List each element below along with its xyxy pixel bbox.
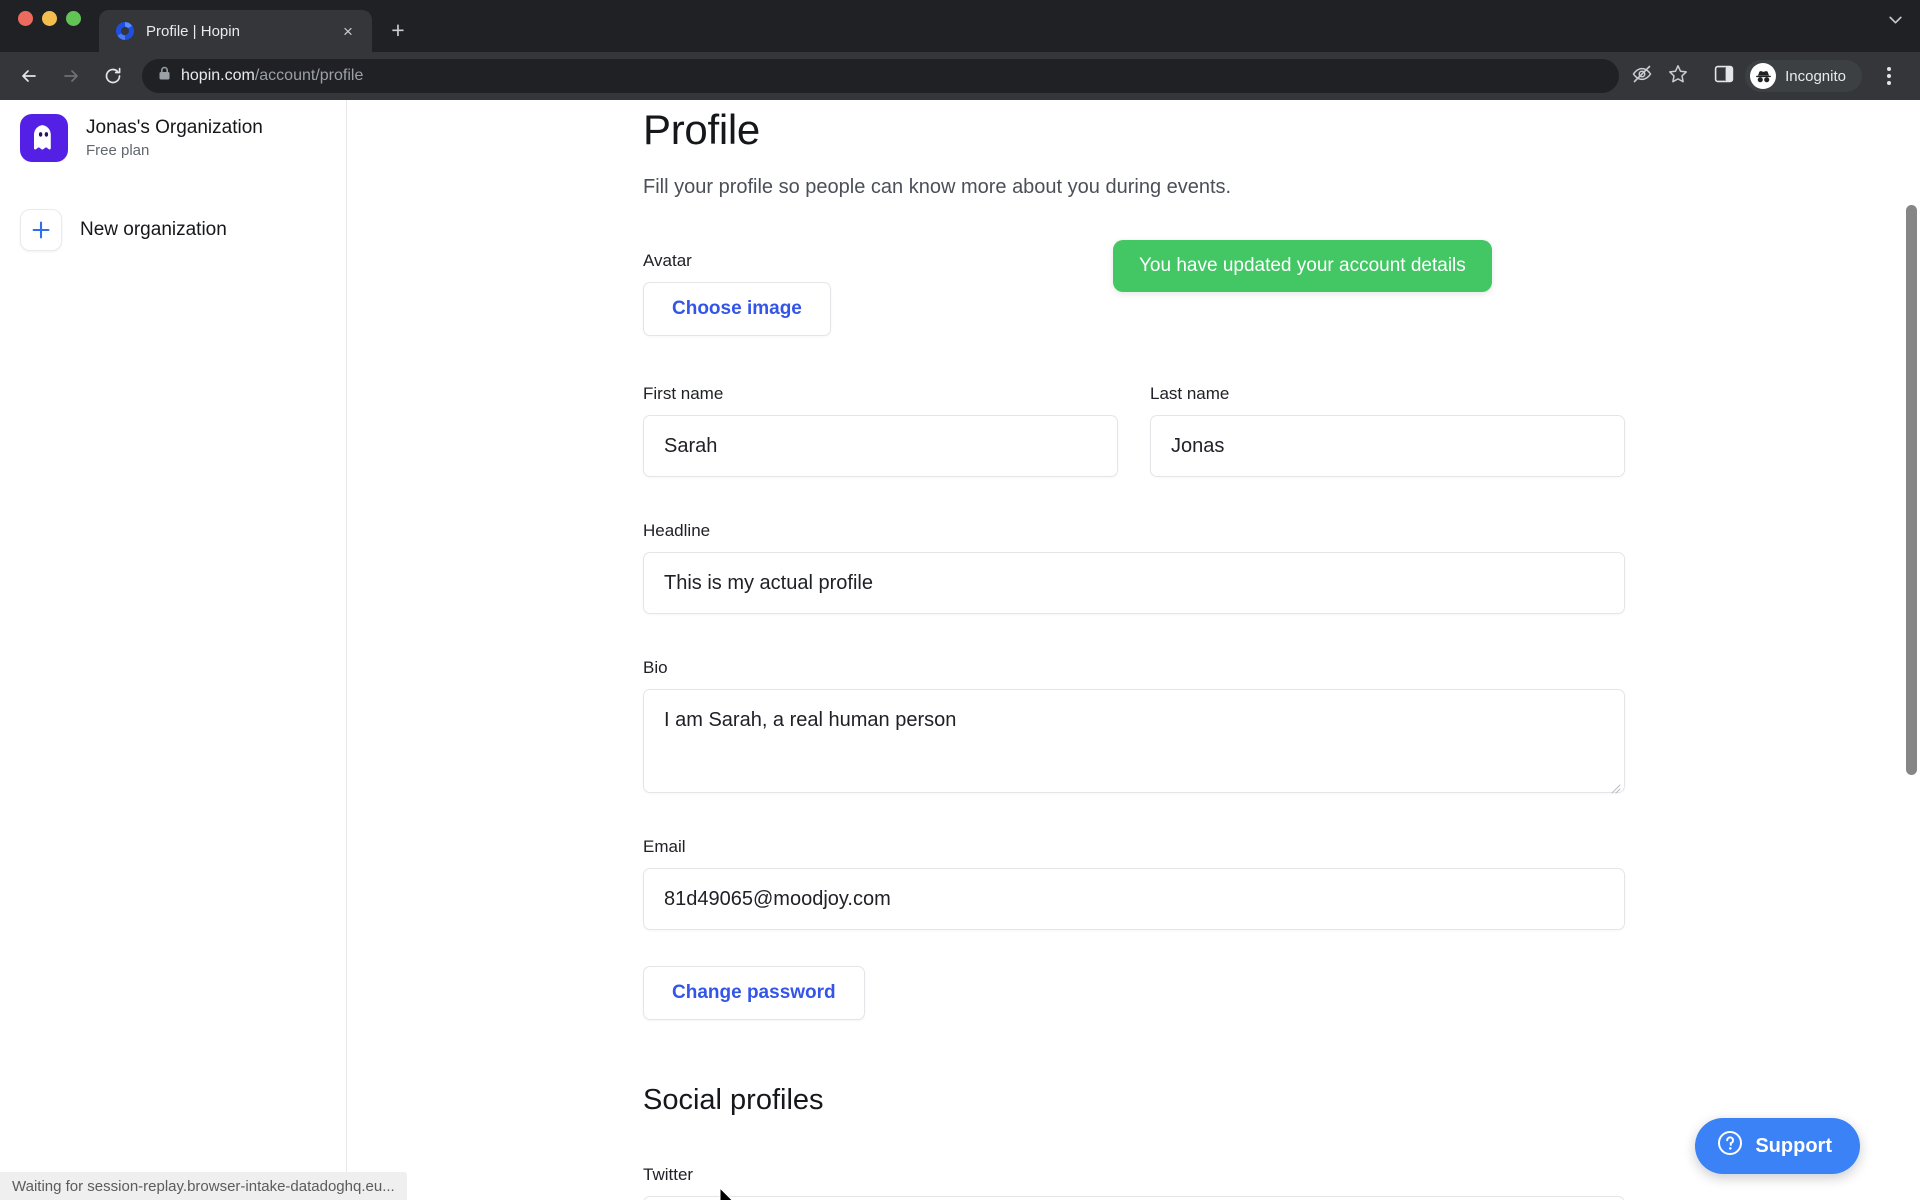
new-tab-button[interactable]: + [381,13,415,47]
support-button[interactable]: Support [1695,1118,1860,1174]
chevron-down-icon[interactable] [1887,11,1904,32]
side-panel-icon[interactable] [1713,63,1735,90]
last-name-input[interactable]: Jonas [1150,415,1625,478]
sidebar-item-organization[interactable]: Jonas's Organization Free plan [0,108,346,168]
plus-icon [20,209,62,251]
scrollbar-thumb[interactable] [1906,205,1917,775]
tab-strip: Profile | Hopin × + [0,0,1920,52]
minimize-window-button[interactable] [42,10,57,26]
hopin-logo-icon [115,21,135,41]
bio-field: Bio I am Sarah, a real human person [643,658,1625,794]
star-icon[interactable] [1667,63,1689,90]
first-name-label: First name [643,384,724,404]
headline-input[interactable]: This is my actual profile [643,552,1625,615]
lock-icon [158,66,171,86]
browser-menu-button[interactable] [1872,59,1906,93]
name-fields-row: First name Sarah Last name Jonas [643,384,1625,478]
sidebar-item-new-organization[interactable]: New organization [0,204,346,256]
page-title: Profile [643,106,760,153]
browser-tab[interactable]: Profile | Hopin × [99,10,372,52]
bio-label: Bio [643,658,668,678]
bio-value: I am Sarah, a real human person [664,709,957,732]
kebab-dot [1887,81,1891,85]
first-name-field: First name Sarah [643,384,1118,478]
forward-button[interactable] [52,57,90,95]
toolbar-right-icons [1631,63,1735,90]
twitter-input[interactable]: https://twitter.com/sarah [643,1196,1625,1200]
support-label: Support [1755,1134,1832,1157]
maximize-window-button[interactable] [66,10,81,26]
url-text: hopin.com/account/profile [181,67,363,85]
page-scrollbar[interactable] [1903,100,1920,1200]
browser-toolbar: hopin.com/account/profile Incognito [0,52,1920,100]
close-tab-button[interactable]: × [336,19,360,43]
email-field: Email 81d49065@moodjoy.com [643,837,1625,931]
tab-title: Profile | Hopin [146,22,240,40]
main-content: Profile Fill your profile so people can … [347,100,1920,1200]
tabstrip-right-controls [1887,0,1920,52]
ghost-avatar [20,114,68,162]
url-path: /account/profile [254,67,364,84]
choose-image-button[interactable]: Choose image [643,282,831,337]
last-name-label: Last name [1150,384,1230,404]
sidebar: Jonas's Organization Free plan New organ… [0,100,347,1200]
back-button[interactable] [10,57,48,95]
change-password-button[interactable]: Change password [643,966,865,1021]
window-traffic-lights [18,0,99,52]
kebab-dot [1887,67,1891,71]
kebab-dot [1887,74,1891,78]
address-bar[interactable]: hopin.com/account/profile [142,59,1620,93]
last-name-field: Last name Jonas [1150,384,1625,478]
email-input[interactable]: 81d49065@moodjoy.com [643,868,1625,931]
reload-button[interactable] [94,57,132,95]
incognito-icon [1750,63,1777,89]
browser-window: Profile | Hopin × + hopin.com/account/pr… [0,0,1920,1200]
question-circle-icon [1717,1130,1743,1162]
headline-field: Headline This is my actual profile [643,521,1625,615]
incognito-profile-button[interactable]: Incognito [1745,60,1862,92]
first-name-input[interactable]: Sarah [643,415,1118,478]
page-viewport: Jonas's Organization Free plan New organ… [0,100,1920,1200]
close-window-button[interactable] [18,10,33,26]
twitter-label: Twitter [643,1165,694,1185]
change-password-field: Change password [643,966,1625,1021]
organization-name: Jonas's Organization [86,116,263,138]
email-label: Email [643,837,686,857]
social-profiles-heading: Social profiles [643,1084,824,1117]
organization-plan: Free plan [86,141,150,159]
organization-meta: Jonas's Organization Free plan [86,117,263,159]
incognito-label: Incognito [1785,67,1846,85]
new-organization-label: New organization [80,219,227,240]
status-bar: Waiting for session-replay.browser-intak… [0,1172,407,1200]
twitter-field: Twitter https://twitter.com/sarah [643,1165,1625,1200]
headline-label: Headline [643,521,711,541]
resize-handle-icon[interactable] [1609,777,1621,794]
page-subtitle: Fill your profile so people can know mor… [643,176,1232,199]
bio-textarea[interactable]: I am Sarah, a real human person [643,689,1625,794]
toast-notification: You have updated your account details [1113,240,1492,292]
url-domain: hopin.com [181,67,255,84]
eye-slash-icon[interactable] [1631,63,1653,90]
